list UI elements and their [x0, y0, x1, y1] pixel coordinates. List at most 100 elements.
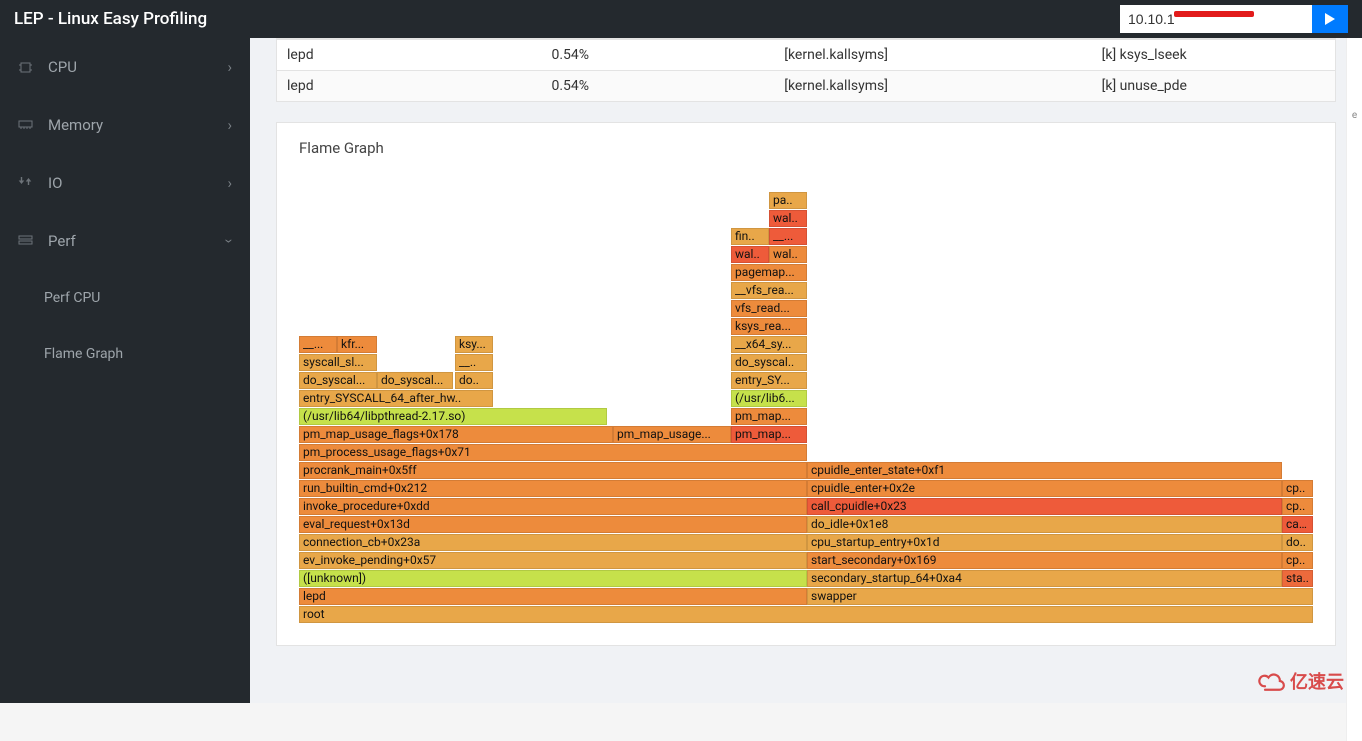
sidebar: CPU › Memory › IO › Perf › Perf CPU Flam… — [0, 38, 250, 703]
memory-icon — [18, 120, 38, 130]
flame-frame[interactable]: cpuidle_enter_state+0xf1 — [807, 462, 1282, 479]
table-row: lepd 0.54% [kernel.kallsyms] [k] ksys_ls… — [277, 40, 1335, 71]
flame-frame[interactable]: wal.. — [769, 246, 807, 263]
flame-frame[interactable]: pm_map_usage... — [613, 426, 731, 443]
flame-frame[interactable]: cp.. — [1282, 552, 1313, 569]
sidebar-subitem-flame-graph[interactable]: Flame Graph — [0, 326, 250, 382]
flame-frame[interactable]: invoke_procedure+0xdd — [299, 498, 807, 515]
flame-frame[interactable]: __... — [299, 336, 337, 353]
flame-frame[interactable]: ev_invoke_pending+0x57 — [299, 552, 807, 569]
flame-frame[interactable]: pa.. — [769, 192, 807, 209]
flame-frame[interactable]: syscall_sl... — [299, 354, 377, 371]
perf-table: lepd 0.54% [kernel.kallsyms] [k] ksys_ls… — [277, 39, 1335, 101]
flame-frame[interactable]: eval_request+0x13d — [299, 516, 807, 533]
flame-graph-panel: Flame Graph rootlepdswapper([unknown])se… — [276, 122, 1336, 646]
flame-frame[interactable]: kfr... — [337, 336, 377, 353]
sidebar-subitem-label: Perf CPU — [44, 290, 100, 306]
flame-frame[interactable]: connection_cb+0x23a — [299, 534, 807, 551]
redact-stripe — [1174, 11, 1254, 17]
flame-frame[interactable]: cp.. — [1282, 480, 1313, 497]
sidebar-item-label: CPU — [48, 58, 227, 76]
sidebar-item-label: Perf — [48, 232, 227, 250]
watermark-text: 亿速云 — [1290, 668, 1344, 694]
sidebar-subitem-label: Flame Graph — [44, 346, 123, 362]
cell-percent: 0.54% — [542, 71, 775, 102]
flame-frame[interactable]: pm_map_usage_flags+0x178 — [299, 426, 613, 443]
flame-frame[interactable]: secondary_startup_64+0xa4 — [807, 570, 1282, 587]
flame-frame[interactable]: fin.. — [731, 228, 769, 245]
panel-title: Flame Graph — [277, 123, 1335, 167]
flame-frame[interactable]: do_syscal.. — [731, 354, 807, 371]
main: lepd 0.54% [kernel.kallsyms] [k] ksys_ls… — [250, 38, 1362, 703]
chevron-down-icon: › — [221, 239, 239, 244]
rightbar-char: e — [1347, 110, 1362, 121]
header: LEP - Linux Easy Profiling — [0, 0, 1362, 38]
sidebar-item-label: Memory — [48, 116, 227, 134]
flame-frame[interactable]: call.. — [1282, 516, 1313, 533]
cell-object: [kernel.kallsyms] — [774, 71, 1091, 102]
flame-frame[interactable]: cpuidle_enter+0x2e — [807, 480, 1282, 497]
flame-frame[interactable]: (/usr/lib6... — [731, 390, 807, 407]
flame-frame[interactable]: cp.. — [1282, 498, 1313, 515]
flame-frame[interactable]: procrank_main+0x5ff — [299, 462, 807, 479]
watermark-icon — [1258, 667, 1286, 695]
perf-table-panel: lepd 0.54% [kernel.kallsyms] [k] ksys_ls… — [276, 38, 1336, 102]
flame-frame[interactable]: run_builtin_cmd+0x212 — [299, 480, 807, 497]
play-button[interactable] — [1312, 5, 1348, 33]
flame-frame[interactable]: swapper — [807, 588, 1313, 605]
flame-frame[interactable]: __... — [769, 228, 807, 245]
flame-frame[interactable]: do.. — [1282, 534, 1313, 551]
flame-frame[interactable]: (/usr/lib64/libpthread-2.17.so) — [299, 408, 607, 425]
chevron-right-icon: › — [227, 174, 232, 192]
flame-frame[interactable]: pm_map... — [731, 408, 807, 425]
app-title: LEP - Linux Easy Profiling — [14, 9, 207, 29]
flame-frame[interactable]: __x64_sy... — [731, 336, 807, 353]
flame-frame[interactable]: call_cpuidle+0x23 — [807, 498, 1282, 515]
flame-frame[interactable]: wal.. — [731, 246, 769, 263]
table-row: lepd 0.54% [kernel.kallsyms] [k] unuse_p… — [277, 71, 1335, 102]
flame-frame[interactable]: lepd — [299, 588, 807, 605]
flame-frame[interactable]: ksys_rea... — [731, 318, 807, 335]
ip-input[interactable] — [1120, 5, 1312, 33]
flame-frame[interactable]: cpu_startup_entry+0x1d — [807, 534, 1282, 551]
io-icon — [18, 177, 38, 189]
flame-frame[interactable]: do_syscal... — [299, 372, 377, 389]
sidebar-item-memory[interactable]: Memory › — [0, 96, 250, 154]
header-controls — [1120, 5, 1348, 33]
cell-command: lepd — [277, 71, 542, 102]
cell-object: [kernel.kallsyms] — [774, 40, 1091, 71]
flame-frame[interactable]: do_syscal... — [377, 372, 453, 389]
play-icon — [1324, 13, 1336, 25]
perf-icon — [18, 234, 38, 249]
flame-frame[interactable]: entry_SY... — [731, 372, 807, 389]
flame-frame[interactable]: root — [299, 606, 1313, 623]
sidebar-item-perf[interactable]: Perf › — [0, 212, 250, 270]
chevron-right-icon: › — [227, 116, 232, 134]
cpu-icon — [18, 60, 38, 75]
flame-frame[interactable]: ([unknown]) — [299, 570, 807, 587]
flame-frame[interactable]: pm_map... — [731, 426, 807, 443]
flame-frame[interactable]: __vfs_rea... — [731, 282, 807, 299]
sidebar-item-label: IO — [48, 174, 227, 192]
flame-frame[interactable]: __.. — [455, 354, 493, 371]
flame-frame[interactable]: pm_process_usage_flags+0x71 — [299, 444, 807, 461]
chevron-right-icon: › — [227, 58, 232, 76]
right-sidebar: e — [1346, 38, 1362, 741]
cell-symbol: [k] unuse_pde — [1092, 71, 1335, 102]
sidebar-subitem-perf-cpu[interactable]: Perf CPU — [0, 270, 250, 326]
flame-frame[interactable]: do.. — [455, 372, 493, 389]
flame-frame[interactable]: vfs_read... — [731, 300, 807, 317]
cell-command: lepd — [277, 40, 542, 71]
flame-graph[interactable]: rootlepdswapper([unknown])secondary_star… — [299, 187, 1313, 623]
flame-frame[interactable]: do_idle+0x1e8 — [807, 516, 1282, 533]
flame-frame[interactable]: sta.. — [1282, 570, 1313, 587]
sidebar-item-cpu[interactable]: CPU › — [0, 38, 250, 96]
sidebar-item-io[interactable]: IO › — [0, 154, 250, 212]
flame-frame[interactable]: entry_SYSCALL_64_after_hw.. — [299, 390, 493, 407]
watermark: 亿速云 — [1258, 667, 1344, 695]
cell-percent: 0.54% — [542, 40, 775, 71]
flame-frame[interactable]: wal.. — [769, 210, 807, 227]
flame-frame[interactable]: start_secondary+0x169 — [807, 552, 1282, 569]
flame-frame[interactable]: ksy... — [455, 336, 493, 353]
flame-frame[interactable]: pagemap... — [731, 264, 807, 281]
